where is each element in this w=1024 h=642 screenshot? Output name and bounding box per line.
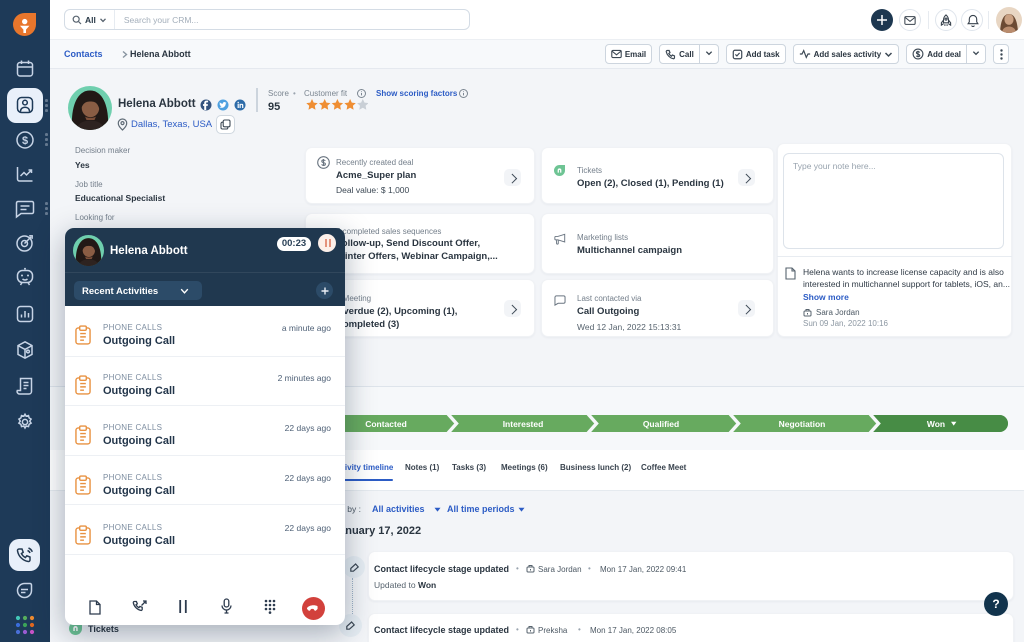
svg-text:Qualified: Qualified: [643, 419, 679, 429]
svg-text:Contacted: Contacted: [365, 419, 407, 429]
svg-text:$: $: [22, 135, 28, 147]
svg-text:Interested: Interested: [503, 419, 544, 429]
svg-text:Won: Won: [927, 419, 945, 429]
svg-text:Negotiation: Negotiation: [779, 419, 826, 429]
